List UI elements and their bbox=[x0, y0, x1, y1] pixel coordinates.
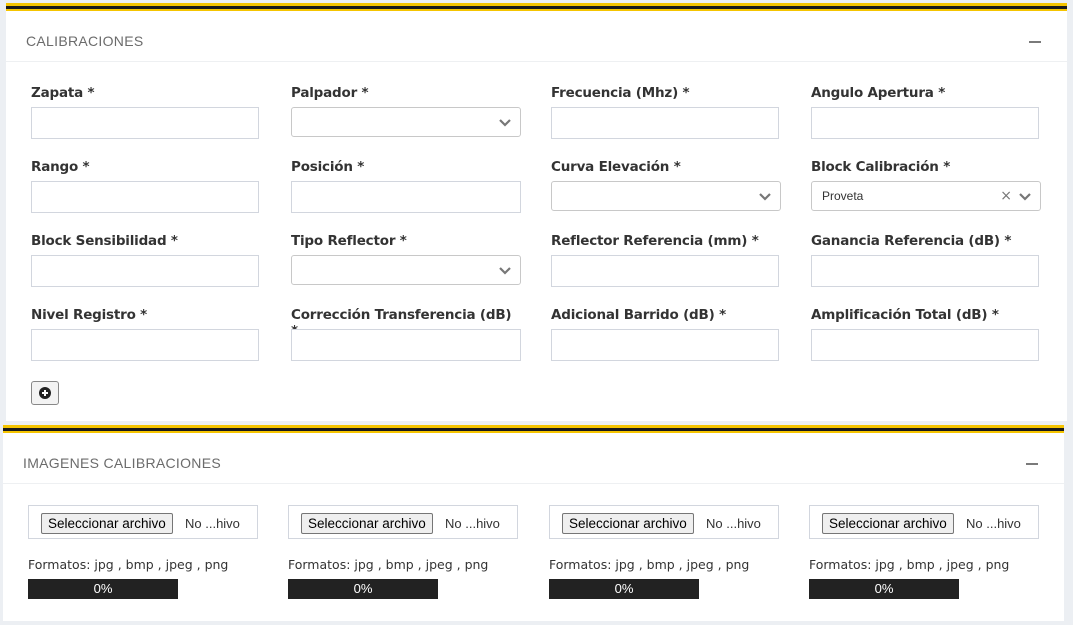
progress-bar: 0% bbox=[288, 579, 438, 599]
adicional-barrido-input[interactable] bbox=[551, 329, 779, 361]
clear-icon[interactable]: × bbox=[1000, 188, 1012, 204]
field-label: Palpador * bbox=[291, 85, 369, 101]
field-reflector-referencia: Reflector Referencia (mm) * bbox=[551, 233, 781, 287]
collapse-icon[interactable] bbox=[1029, 41, 1041, 43]
field-label: Curva Elevación * bbox=[551, 159, 681, 175]
imagenes-calibraciones-panel: IMAGENES CALIBRACIONES Seleccionar archi… bbox=[3, 425, 1064, 621]
field-label: Zapata * bbox=[31, 85, 95, 101]
progress-bar: 0% bbox=[549, 579, 699, 599]
file-name: No ...hivo bbox=[966, 516, 1021, 531]
panel-title: IMAGENES CALIBRACIONES bbox=[23, 455, 221, 471]
nivel-registro-input[interactable] bbox=[31, 329, 259, 361]
field-label: Tipo Reflector * bbox=[291, 233, 407, 249]
field-label: Ganancia Referencia (dB) * bbox=[811, 233, 1012, 249]
panel-title: CALIBRACIONES bbox=[26, 33, 144, 49]
block-sensibilidad-input[interactable] bbox=[31, 255, 259, 287]
field-label: Frecuencia (Mhz) * bbox=[551, 85, 690, 101]
add-calibration-button[interactable] bbox=[31, 381, 59, 405]
chevron-down-icon bbox=[499, 119, 511, 127]
panel-header: IMAGENES CALIBRACIONES bbox=[3, 431, 1064, 484]
field-posicion: Posición * bbox=[291, 159, 521, 213]
file-name: No ...hivo bbox=[706, 516, 761, 531]
field-label: Adicional Barrido (dB) * bbox=[551, 307, 726, 323]
tipo-reflector-select[interactable] bbox=[291, 255, 521, 285]
panel-header: CALIBRACIONES bbox=[6, 9, 1067, 62]
plus-circle-icon bbox=[39, 387, 51, 399]
formats-text: Formatos: jpg , bmp , jpeg , png bbox=[809, 557, 1010, 572]
curva-elevacion-select[interactable] bbox=[551, 181, 781, 211]
reflector-referencia-input[interactable] bbox=[551, 255, 779, 287]
file-input-2: Seleccionar archivo No ...hivo bbox=[288, 505, 518, 539]
field-rango: Rango * bbox=[31, 159, 261, 213]
progress-bar: 0% bbox=[28, 579, 178, 599]
select-file-button[interactable]: Seleccionar archivo bbox=[562, 513, 694, 534]
file-input-4: Seleccionar archivo No ...hivo bbox=[809, 505, 1039, 539]
field-label: Rango * bbox=[31, 159, 90, 175]
collapse-icon[interactable] bbox=[1026, 463, 1038, 465]
correccion-transferencia-input[interactable] bbox=[291, 329, 521, 361]
chevron-down-icon bbox=[759, 193, 771, 201]
file-input-3: Seleccionar archivo No ...hivo bbox=[549, 505, 779, 539]
field-label: Reflector Referencia (mm) * bbox=[551, 233, 759, 249]
select-file-button[interactable]: Seleccionar archivo bbox=[822, 513, 954, 534]
ganancia-referencia-input[interactable] bbox=[811, 255, 1039, 287]
field-angulo-apertura: Angulo Apertura * bbox=[811, 85, 1041, 139]
chevron-down-icon bbox=[499, 267, 511, 275]
field-label: Angulo Apertura * bbox=[811, 85, 946, 101]
file-name: No ...hivo bbox=[445, 516, 500, 531]
file-input-1: Seleccionar archivo No ...hivo bbox=[28, 505, 258, 539]
field-adicional-barrido: Adicional Barrido (dB) * bbox=[551, 307, 781, 361]
field-label: Block Sensibilidad * bbox=[31, 233, 178, 249]
calibraciones-panel: CALIBRACIONES Zapata * Palpador * Frecue… bbox=[6, 3, 1067, 421]
block-calibracion-select[interactable]: Proveta × bbox=[811, 181, 1041, 211]
field-palpador: Palpador * bbox=[291, 85, 521, 137]
zapata-input[interactable] bbox=[31, 107, 259, 139]
amplificacion-total-input[interactable] bbox=[811, 329, 1039, 361]
select-file-button[interactable]: Seleccionar archivo bbox=[41, 513, 173, 534]
select-value: Proveta bbox=[822, 189, 864, 203]
angulo-apertura-input[interactable] bbox=[811, 107, 1039, 139]
formats-text: Formatos: jpg , bmp , jpeg , png bbox=[28, 557, 229, 572]
field-label: Corrección Transferencia (dB) * bbox=[291, 307, 512, 339]
formats-text: Formatos: jpg , bmp , jpeg , png bbox=[549, 557, 750, 572]
formats-text: Formatos: jpg , bmp , jpeg , png bbox=[288, 557, 489, 572]
field-label: Nivel Registro * bbox=[31, 307, 148, 323]
field-zapata: Zapata * bbox=[31, 85, 261, 139]
field-block-calibracion: Block Calibración * Proveta × bbox=[811, 159, 1041, 211]
progress-bar: 0% bbox=[809, 579, 959, 599]
field-curva-elevacion: Curva Elevación * bbox=[551, 159, 781, 211]
rango-input[interactable] bbox=[31, 181, 259, 213]
field-frecuencia: Frecuencia (Mhz) * bbox=[551, 85, 781, 139]
field-tipo-reflector: Tipo Reflector * bbox=[291, 233, 521, 285]
field-block-sensibilidad: Block Sensibilidad * bbox=[31, 233, 261, 287]
file-name: No ...hivo bbox=[185, 516, 240, 531]
frecuencia-input[interactable] bbox=[551, 107, 779, 139]
palpador-select[interactable] bbox=[291, 107, 521, 137]
field-label: Amplificación Total (dB) * bbox=[811, 307, 999, 323]
posicion-input[interactable] bbox=[291, 181, 521, 213]
select-file-button[interactable]: Seleccionar archivo bbox=[301, 513, 433, 534]
chevron-down-icon bbox=[1019, 193, 1031, 201]
field-amplificacion-total: Amplificación Total (dB) * bbox=[811, 307, 1041, 361]
field-correccion-transferencia: Corrección Transferencia (dB) * bbox=[291, 307, 521, 361]
field-label: Posición * bbox=[291, 159, 365, 175]
field-label: Block Calibración * bbox=[811, 159, 951, 175]
field-ganancia-referencia: Ganancia Referencia (dB) * bbox=[811, 233, 1041, 287]
field-nivel-registro: Nivel Registro * bbox=[31, 307, 261, 361]
